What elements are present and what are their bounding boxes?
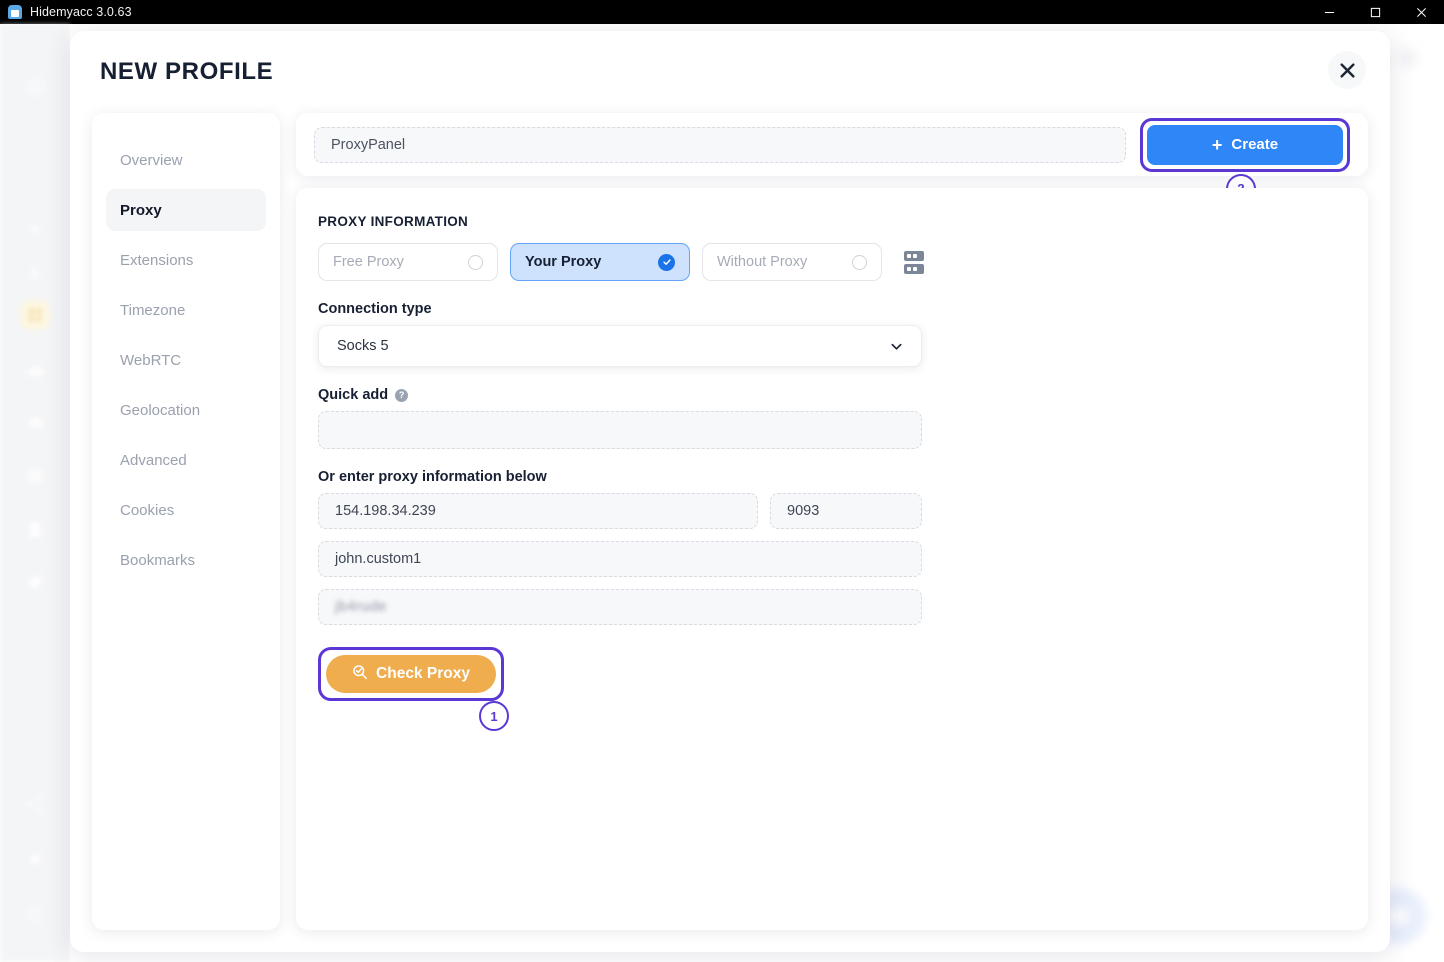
quick-add-label-text: Quick add (318, 387, 388, 403)
list-icon[interactable] (20, 461, 50, 491)
proxy-type-label: Without Proxy (717, 254, 807, 270)
help-circle-icon[interactable]: ? (395, 389, 408, 402)
sidebar-item-bookmarks[interactable]: Bookmarks (106, 539, 266, 581)
check-proxy-label: Check Proxy (376, 665, 470, 683)
background-dot-blob (1399, 49, 1416, 66)
create-button-wrapper: + Create 2 (1140, 118, 1350, 172)
user-account-icon[interactable] (20, 72, 50, 102)
proxy-port-input[interactable]: 9093 (770, 493, 922, 529)
background-nav-rail (0, 24, 70, 962)
proxy-type-your-proxy[interactable]: Your Proxy (510, 243, 690, 281)
proxy-password-input[interactable]: jb4rude (318, 589, 922, 625)
cloud-icon[interactable] (20, 407, 50, 437)
sidebar-item-geolocation[interactable]: Geolocation (106, 389, 266, 431)
proxy-password-value: jb4rude (335, 599, 387, 615)
sidebar-item-extensions[interactable]: Extensions (106, 239, 266, 281)
proxy-type-free-proxy[interactable]: Free Proxy (318, 243, 498, 281)
titlebar-left-group: Hidemyacc 3.0.63 (0, 5, 132, 19)
minimize-button[interactable] (1306, 0, 1352, 24)
window-controls (1306, 0, 1444, 24)
profile-settings-sidebar: Overview Proxy Extensions Timezone WebRT… (92, 113, 280, 930)
sidebar-item-label: Timezone (120, 302, 185, 319)
manual-entry-label: Or enter proxy information below (318, 469, 1346, 485)
proxy-type-label: Your Proxy (525, 254, 601, 270)
radio-unchecked-icon (468, 255, 483, 270)
check-proxy-wrapper: Check Proxy 1 (318, 647, 504, 701)
sidebar-item-label: Extensions (120, 252, 193, 269)
window-titlebar: Hidemyacc 3.0.63 (0, 0, 1444, 24)
proxy-settings-panel: PROXY INFORMATION Free Proxy Your Proxy … (296, 188, 1368, 930)
profile-name-input[interactable]: ProxyPanel (314, 127, 1126, 163)
page-title: NEW PROFILE (100, 58, 273, 86)
server-stack-icon-top (904, 251, 924, 261)
document-icon[interactable] (20, 515, 50, 545)
close-window-button[interactable] (1398, 0, 1444, 24)
plus-icon: + (1212, 136, 1223, 154)
radio-unchecked-icon (852, 255, 867, 270)
proxy-host-value: 154.198.34.239 (335, 503, 436, 519)
proxy-username-input[interactable]: john.custom1 (318, 541, 922, 577)
check-proxy-button[interactable]: Check Proxy (326, 655, 496, 693)
sidebar-item-label: Proxy (120, 202, 162, 219)
profile-name-row: ProxyPanel + Create 2 (296, 113, 1368, 176)
cloud-upload-icon[interactable] (20, 356, 50, 386)
sidebar-item-label: Bookmarks (120, 552, 195, 569)
apps-grid-icon[interactable] (20, 300, 50, 330)
proxy-type-without-proxy[interactable]: Without Proxy (702, 243, 882, 281)
radio-checked-icon (658, 254, 675, 271)
proxy-type-label: Free Proxy (333, 254, 404, 270)
sidebar-item-cookies[interactable]: Cookies (106, 489, 266, 531)
sidebar-item-overview[interactable]: Overview (106, 139, 266, 181)
connection-type-label-text: Connection type (318, 301, 432, 317)
logout-icon[interactable] (20, 899, 50, 929)
new-profile-modal: NEW PROFILE Overview Proxy Extensions Ti… (70, 31, 1390, 952)
server-stack-icon[interactable] (904, 251, 924, 274)
sidebar-item-webrtc[interactable]: WebRTC (106, 339, 266, 381)
server-stack-icon-bottom (904, 264, 924, 274)
chevron-down-icon (890, 340, 903, 353)
lightning-icon[interactable] (20, 259, 50, 289)
modal-body: Overview Proxy Extensions Timezone WebRT… (70, 113, 1390, 952)
connection-type-label: Connection type (318, 301, 1346, 317)
sidebar-item-label: Cookies (120, 502, 174, 519)
sidebar-item-proxy[interactable]: Proxy (106, 189, 266, 231)
proxy-username-value: john.custom1 (335, 551, 421, 567)
profile-main-column: ProxyPanel + Create 2 PROXY INFORMATION (296, 113, 1368, 930)
share-icon[interactable] (20, 789, 50, 819)
create-button-highlight: + Create (1140, 118, 1350, 172)
proxy-host-input[interactable]: 154.198.34.239 (318, 493, 758, 529)
magnifier-check-icon (352, 664, 368, 685)
quick-add-label: Quick add ? (318, 387, 1346, 403)
close-icon[interactable] (1328, 51, 1366, 89)
proxy-type-group: Free Proxy Your Proxy Without Proxy (318, 243, 1346, 281)
tag-icon[interactable] (20, 569, 50, 599)
sidebar-item-label: Overview (120, 152, 183, 169)
plus-icon[interactable] (20, 214, 50, 244)
create-button-label: Create (1231, 136, 1278, 153)
step-badge-1: 1 (479, 701, 509, 731)
quick-add-input[interactable] (318, 411, 922, 449)
proxy-port-value: 9093 (787, 503, 819, 519)
sidebar-item-label: Advanced (120, 452, 187, 469)
window-title: Hidemyacc 3.0.63 (30, 5, 132, 19)
modal-header: NEW PROFILE (70, 31, 1390, 113)
connection-type-value: Socks 5 (337, 338, 389, 354)
check-proxy-highlight: Check Proxy (318, 647, 504, 701)
lock-icon (8, 5, 22, 19)
sidebar-item-advanced[interactable]: Advanced (106, 439, 266, 481)
proxy-section-title: PROXY INFORMATION (318, 214, 1346, 229)
sidebar-item-label: Geolocation (120, 402, 200, 419)
host-port-row: 154.198.34.239 9093 (318, 493, 1346, 529)
sidebar-item-label: WebRTC (120, 352, 181, 369)
profile-name-value: ProxyPanel (331, 137, 405, 153)
maximize-button[interactable] (1352, 0, 1398, 24)
sidebar-item-timezone[interactable]: Timezone (106, 289, 266, 331)
connection-type-select[interactable]: Socks 5 (318, 325, 922, 367)
gear-icon[interactable] (20, 844, 50, 874)
create-button[interactable]: + Create (1147, 125, 1343, 165)
